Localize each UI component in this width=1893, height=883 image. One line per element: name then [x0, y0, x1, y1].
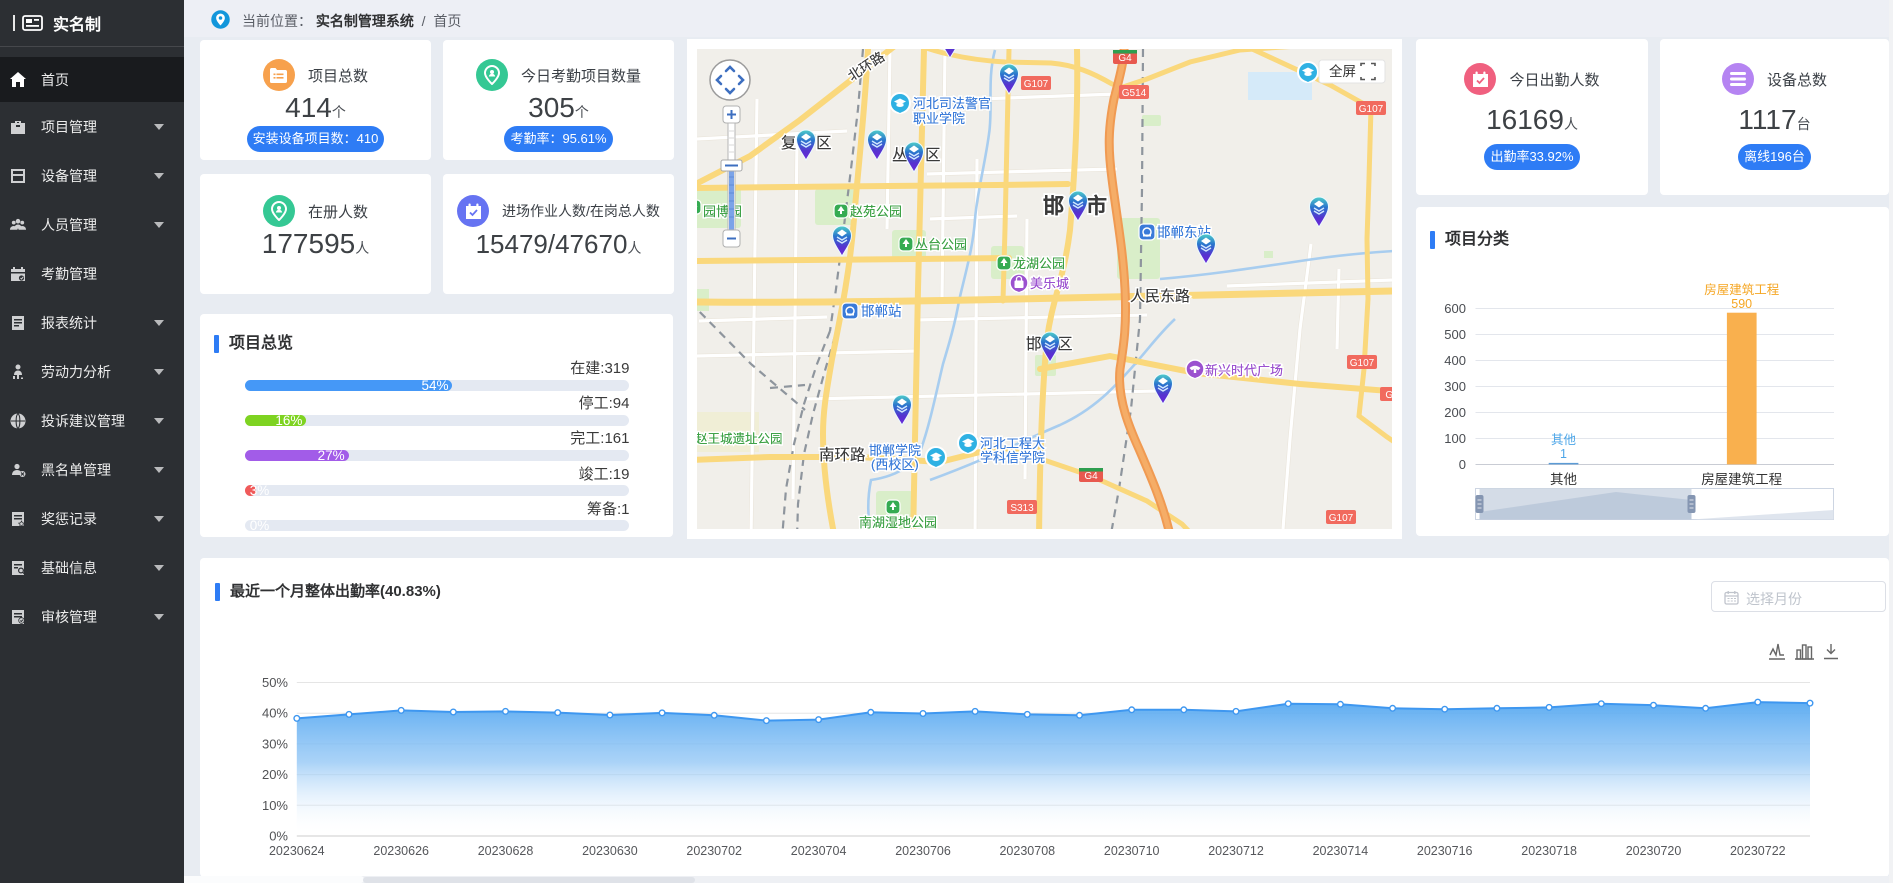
svg-text:房屋建筑工程: 房屋建筑工程	[1701, 472, 1782, 487]
svg-text:200: 200	[1444, 405, 1466, 420]
svg-text:500: 500	[1444, 327, 1466, 342]
svg-text:(西校区): (西校区)	[871, 457, 919, 472]
svg-text:房屋建筑工程: 房屋建筑工程	[1704, 282, 1780, 297]
svg-text:20230716: 20230716	[1417, 844, 1473, 858]
svg-text:市: 市	[1086, 194, 1107, 218]
svg-text:美乐城: 美乐城	[1030, 276, 1069, 291]
svg-text:20230722: 20230722	[1730, 844, 1786, 858]
svg-text:人民东路: 人民东路	[1130, 288, 1190, 305]
svg-text:复: 复	[781, 134, 797, 152]
svg-text:G4: G4	[1084, 471, 1098, 482]
svg-text:学科信学院: 学科信学院	[980, 450, 1045, 465]
svg-text:20230704: 20230704	[791, 844, 847, 858]
svg-text:区: 区	[816, 135, 832, 152]
svg-text:600: 600	[1444, 301, 1466, 316]
svg-text:丛台公园: 丛台公园	[915, 237, 967, 252]
svg-text:100: 100	[1444, 431, 1466, 446]
svg-text:30%: 30%	[262, 736, 288, 751]
svg-text:20230628: 20230628	[478, 844, 534, 858]
svg-text:园博园: 园博园	[703, 204, 742, 219]
svg-text:0%: 0%	[269, 829, 288, 844]
svg-text:20230708: 20230708	[999, 844, 1055, 858]
svg-text:邯: 邯	[1026, 335, 1042, 353]
svg-text:0: 0	[1459, 457, 1466, 472]
svg-text:邯郸学院: 邯郸学院	[869, 443, 921, 458]
svg-text:20230706: 20230706	[895, 844, 951, 858]
svg-text:新兴时代广场: 新兴时代广场	[1205, 363, 1283, 378]
svg-text:职业学院: 职业学院	[913, 111, 965, 126]
svg-text:50%: 50%	[262, 675, 288, 690]
svg-text:20%: 20%	[262, 767, 288, 782]
svg-text:其他: 其他	[1551, 433, 1577, 447]
svg-text:全屏: 全屏	[1329, 63, 1356, 79]
svg-text:其他: 其他	[1550, 472, 1577, 487]
svg-text:20230702: 20230702	[686, 844, 742, 858]
svg-text:邯: 邯	[1043, 195, 1064, 218]
svg-text:南湖湿地公园: 南湖湿地公园	[859, 515, 937, 530]
svg-text:G107: G107	[1024, 79, 1049, 90]
svg-text:G107: G107	[1329, 513, 1354, 524]
svg-text:区: 区	[925, 147, 941, 164]
svg-text:G514: G514	[1122, 88, 1147, 99]
svg-text:20230720: 20230720	[1626, 844, 1682, 858]
svg-text:G107: G107	[1350, 358, 1375, 369]
svg-text:赵苑公园: 赵苑公园	[850, 204, 902, 219]
svg-text:10%: 10%	[262, 798, 288, 813]
svg-text:G4: G4	[1118, 53, 1132, 64]
svg-text:20230630: 20230630	[582, 844, 638, 858]
svg-text:邯郸站: 邯郸站	[861, 304, 902, 319]
svg-text:河北工程大: 河北工程大	[980, 436, 1045, 451]
svg-text:1: 1	[1560, 447, 1567, 461]
svg-text:河北司法警官: 河北司法警官	[913, 96, 991, 111]
svg-text:G107: G107	[1359, 104, 1384, 115]
svg-text:20230710: 20230710	[1104, 844, 1160, 858]
svg-text:20230718: 20230718	[1521, 844, 1577, 858]
svg-text:20230714: 20230714	[1313, 844, 1369, 858]
svg-text:龙湖公园: 龙湖公园	[1013, 256, 1065, 271]
svg-text:20230626: 20230626	[373, 844, 429, 858]
svg-text:20230712: 20230712	[1208, 844, 1264, 858]
svg-text:300: 300	[1444, 379, 1466, 394]
svg-text:400: 400	[1444, 353, 1466, 368]
svg-text:40%: 40%	[262, 706, 288, 721]
svg-text:590: 590	[1731, 297, 1752, 311]
svg-text:南环路: 南环路	[819, 446, 866, 464]
svg-text:S313: S313	[1010, 503, 1034, 514]
svg-text:20230624: 20230624	[269, 844, 325, 858]
svg-text:赵王城遗址公园: 赵王城遗址公园	[695, 432, 783, 446]
